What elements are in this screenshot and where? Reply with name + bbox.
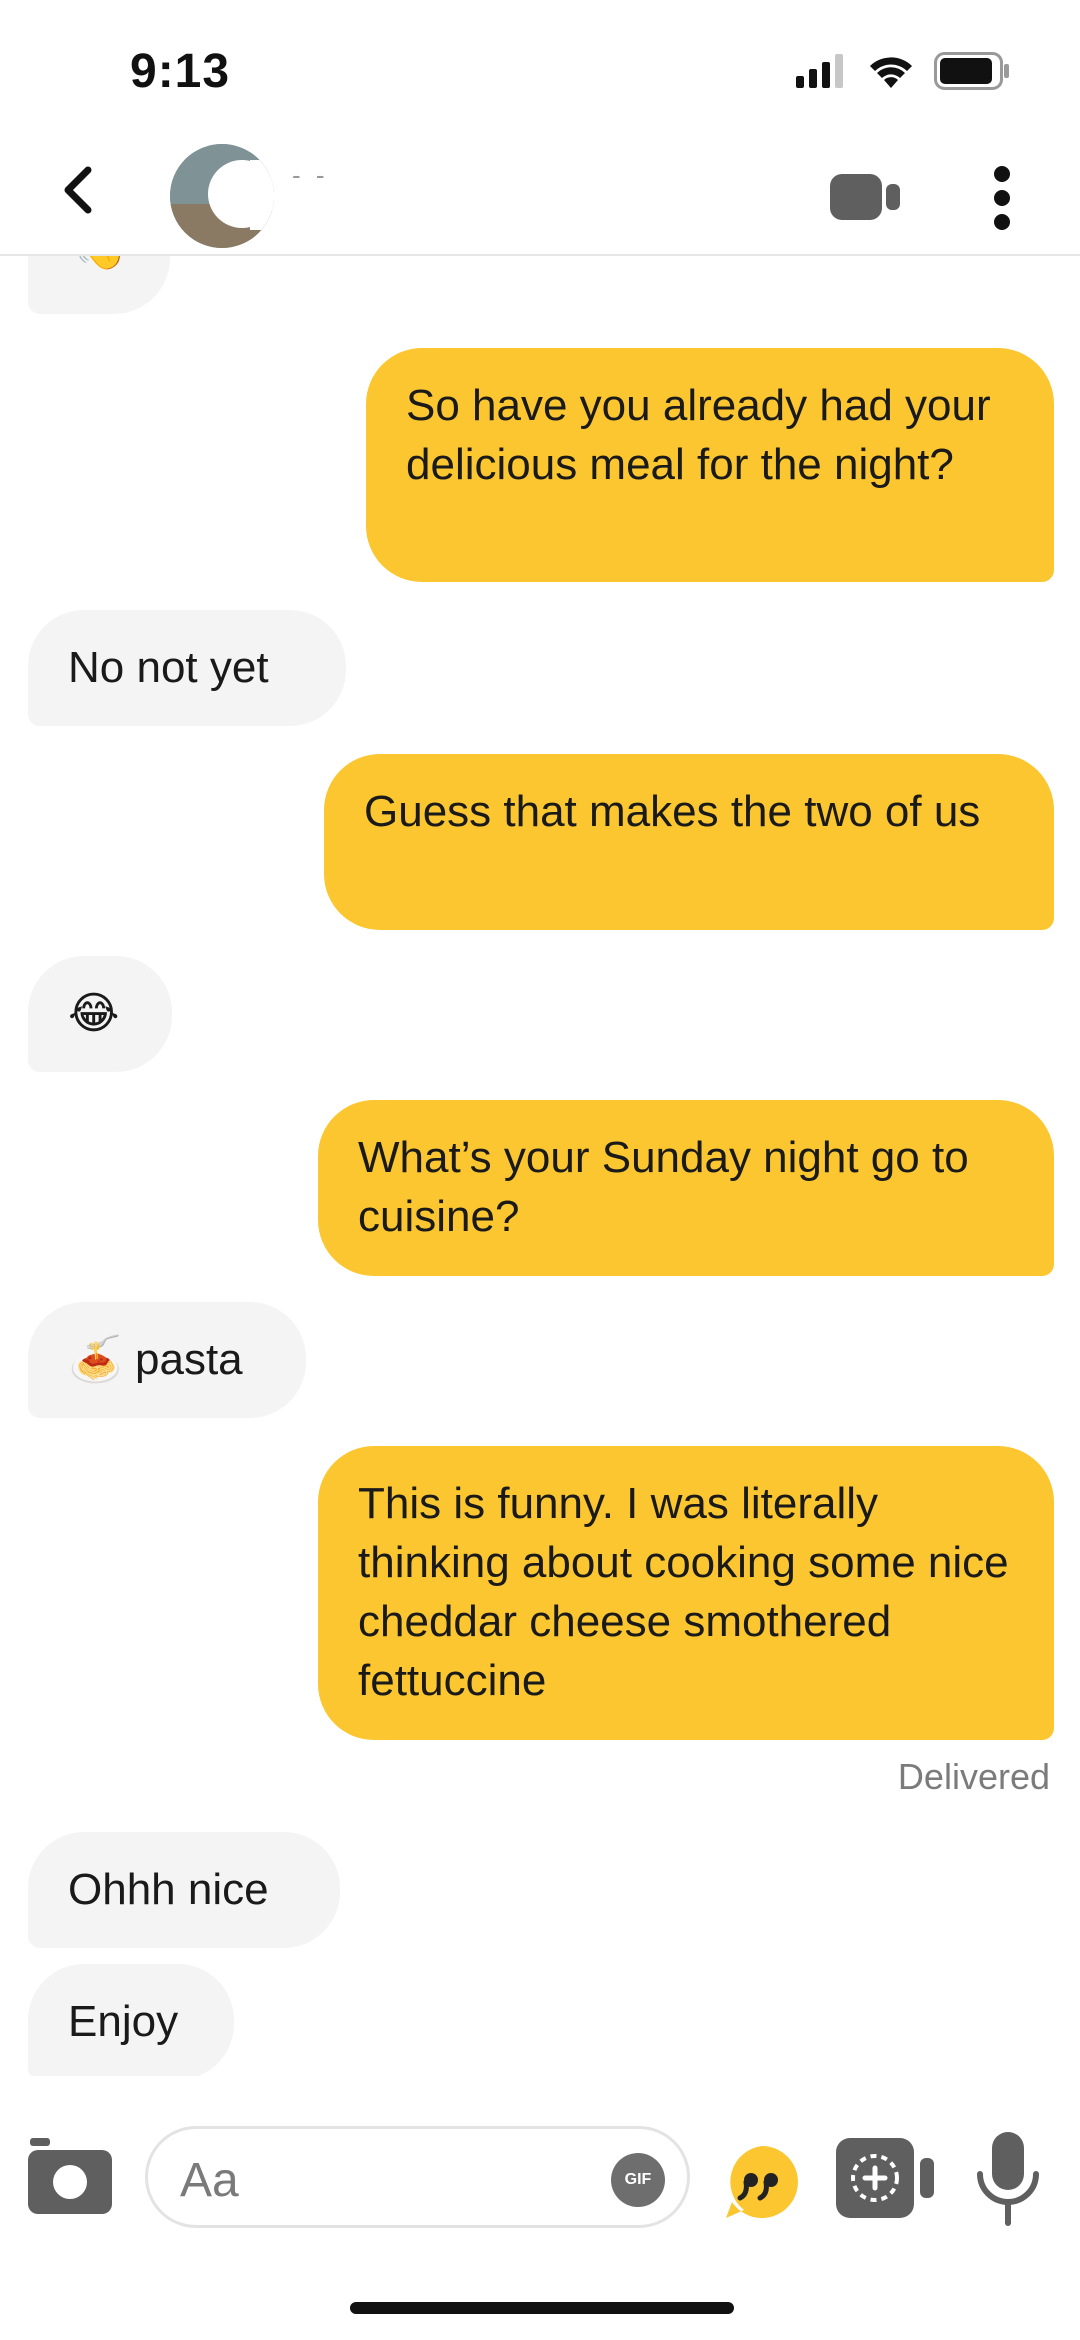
- camera-button[interactable]: [28, 2136, 112, 2216]
- message-bubble-outgoing[interactable]: So have you already had your delicious m…: [366, 348, 1054, 582]
- gif-button[interactable]: GIF: [611, 2153, 665, 2207]
- message-input[interactable]: Aa GIF: [145, 2126, 690, 2228]
- message-bubble-outgoing[interactable]: This is funny. I was literally thinking …: [318, 1446, 1054, 1740]
- message-bubble-outgoing[interactable]: What’s your Sunday night go to cuisine?: [318, 1100, 1054, 1276]
- chevron-left-icon: [64, 166, 92, 214]
- message-bubble-incoming[interactable]: 🍝 pasta: [28, 1302, 306, 1418]
- battery-icon: [934, 52, 1009, 90]
- video-camera-icon: [830, 174, 900, 220]
- back-button[interactable]: [50, 160, 110, 220]
- home-indicator[interactable]: [350, 2302, 734, 2314]
- add-media-button[interactable]: [836, 2138, 936, 2218]
- message-input-placeholder: Aa: [180, 2154, 239, 2207]
- camera-icon: [28, 2138, 112, 2214]
- more-options-button[interactable]: [990, 164, 1014, 232]
- message-bubble-incoming[interactable]: 😂: [28, 956, 172, 1072]
- status-time: 9:13: [130, 45, 231, 98]
- wifi-icon: [870, 57, 912, 88]
- message-bubble-outgoing[interactable]: Guess that makes the two of us: [324, 754, 1054, 930]
- contact-avatar[interactable]: [170, 144, 274, 248]
- add-media-icon: [836, 2138, 934, 2218]
- more-vertical-icon: [994, 166, 1010, 230]
- opening-moves-button[interactable]: [724, 2144, 800, 2220]
- delivered-status: Delivered: [897, 1756, 1050, 1797]
- message-bubble-incoming[interactable]: 👋: [28, 256, 170, 314]
- message-list[interactable]: 👋 So have you already had your delicious…: [0, 256, 1080, 2076]
- status-bar: 9:13: [0, 0, 1080, 140]
- quote-bubble-icon: [726, 2146, 798, 2218]
- video-call-button[interactable]: [830, 172, 902, 222]
- voice-message-button[interactable]: [976, 2132, 1040, 2228]
- message-bubble-incoming[interactable]: Ohhh nice: [28, 1832, 340, 1948]
- message-bubble-incoming[interactable]: No not yet: [28, 610, 346, 726]
- signal-icon: [796, 54, 843, 88]
- contact-name: - -: [292, 160, 329, 190]
- status-icons: [796, 52, 1010, 90]
- microphone-icon: [977, 2132, 1039, 2226]
- chat-header: - -: [0, 140, 1080, 256]
- message-composer: Aa GIF: [0, 2108, 1080, 2238]
- message-bubble-incoming[interactable]: Enjoy: [28, 1964, 234, 2076]
